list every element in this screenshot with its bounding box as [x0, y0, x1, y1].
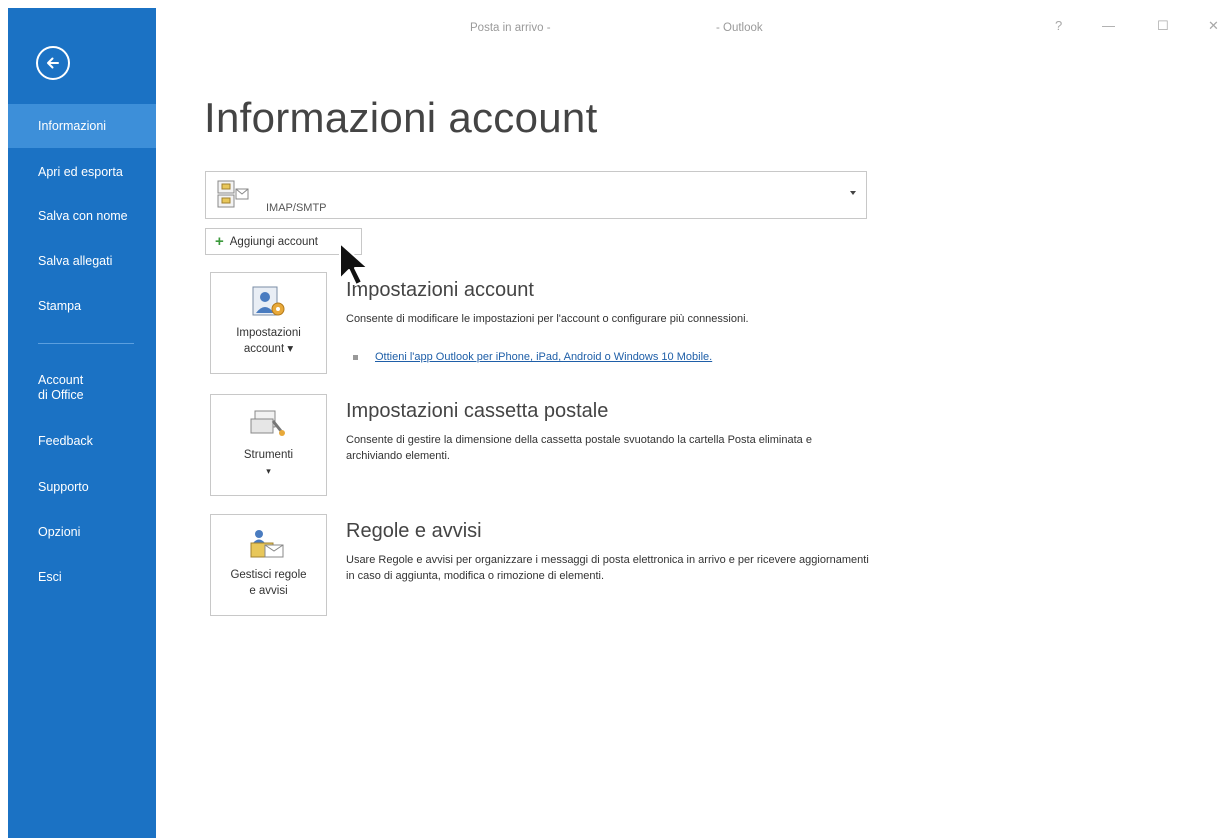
- tools-tile-label: Strumenti: [243, 449, 294, 461]
- account-settings-icon: [252, 286, 285, 316]
- nav-item-stampa[interactable]: Stampa: [8, 284, 156, 328]
- account-selector-value: IMAP/SMTP: [266, 202, 327, 214]
- outlook-mobile-link[interactable]: Ottieni l'app Outlook per iPhone, iPad, …: [375, 351, 712, 363]
- nav-item-opzioni[interactable]: Opzioni: [8, 510, 156, 554]
- account-mail-icon: [217, 180, 249, 208]
- nav-item-esci[interactable]: Esci: [8, 555, 156, 599]
- manage-rules-tile[interactable]: Gestisci regole e avvisi: [210, 514, 327, 616]
- account-settings-tile-label-1: Impostazioni: [236, 327, 301, 339]
- account-settings-description: Consente di modificare le impostazioni p…: [346, 313, 749, 325]
- account-settings-tile[interactable]: Impostazioni account ▾: [210, 272, 327, 374]
- nav-item-salva-allegati[interactable]: Salva allegati: [8, 239, 156, 283]
- rules-alerts-description: Usare Regole e avvisi per organizzare i …: [346, 554, 869, 582]
- page-title: Informazioni account: [204, 94, 598, 141]
- nav-item-account-office[interactable]: Account di Office: [8, 366, 156, 410]
- account-settings-title: Impostazioni account: [346, 279, 534, 301]
- nav-item-apri-esporta[interactable]: Apri ed esporta: [8, 150, 156, 194]
- minimize-button[interactable]: —: [1102, 18, 1115, 33]
- account-selector[interactable]: IMAP/SMTP: [205, 171, 867, 219]
- back-button[interactable]: [36, 46, 70, 80]
- tools-chevron-down-icon: ▾: [266, 466, 271, 476]
- tools-tile[interactable]: Strumenti ▾: [210, 394, 327, 496]
- mailbox-settings-title: Impostazioni cassetta postale: [346, 400, 609, 422]
- window-title-folder: Posta in arrivo -: [470, 22, 551, 34]
- help-button[interactable]: ?: [1055, 18, 1062, 33]
- mouse-cursor-icon: [339, 242, 369, 286]
- tools-icon: [250, 410, 285, 436]
- nav-item-informazioni[interactable]: Informazioni: [8, 104, 156, 148]
- rules-alerts-title: Regole e avvisi: [346, 520, 482, 542]
- nav-item-salva-con-nome[interactable]: Salva con nome: [8, 194, 156, 238]
- close-button[interactable]: ✕: [1208, 18, 1219, 34]
- list-bullet: [353, 355, 358, 360]
- add-account-label: Aggiungi account: [229, 235, 318, 248]
- backstage-sidebar: Informazioni Apri ed esporta Salva con n…: [8, 8, 156, 838]
- nav-item-supporto[interactable]: Supporto: [8, 465, 156, 509]
- sidebar-divider: [38, 343, 134, 344]
- maximize-button[interactable]: ☐: [1157, 18, 1169, 34]
- manage-rules-tile-label-2: e avvisi: [249, 585, 288, 597]
- manage-rules-tile-label-1: Gestisci regole: [230, 569, 307, 581]
- nav-item-feedback[interactable]: Feedback: [8, 419, 156, 463]
- back-arrow-icon: [47, 57, 59, 69]
- chevron-down-icon: [850, 191, 856, 195]
- account-settings-tile-label-2: account ▾: [243, 343, 294, 355]
- rules-alerts-icon: [250, 530, 284, 558]
- window-title-app: - Outlook: [716, 22, 763, 34]
- mailbox-settings-description: Consente di gestire la dimensione della …: [346, 434, 812, 462]
- plus-icon: +: [215, 233, 224, 250]
